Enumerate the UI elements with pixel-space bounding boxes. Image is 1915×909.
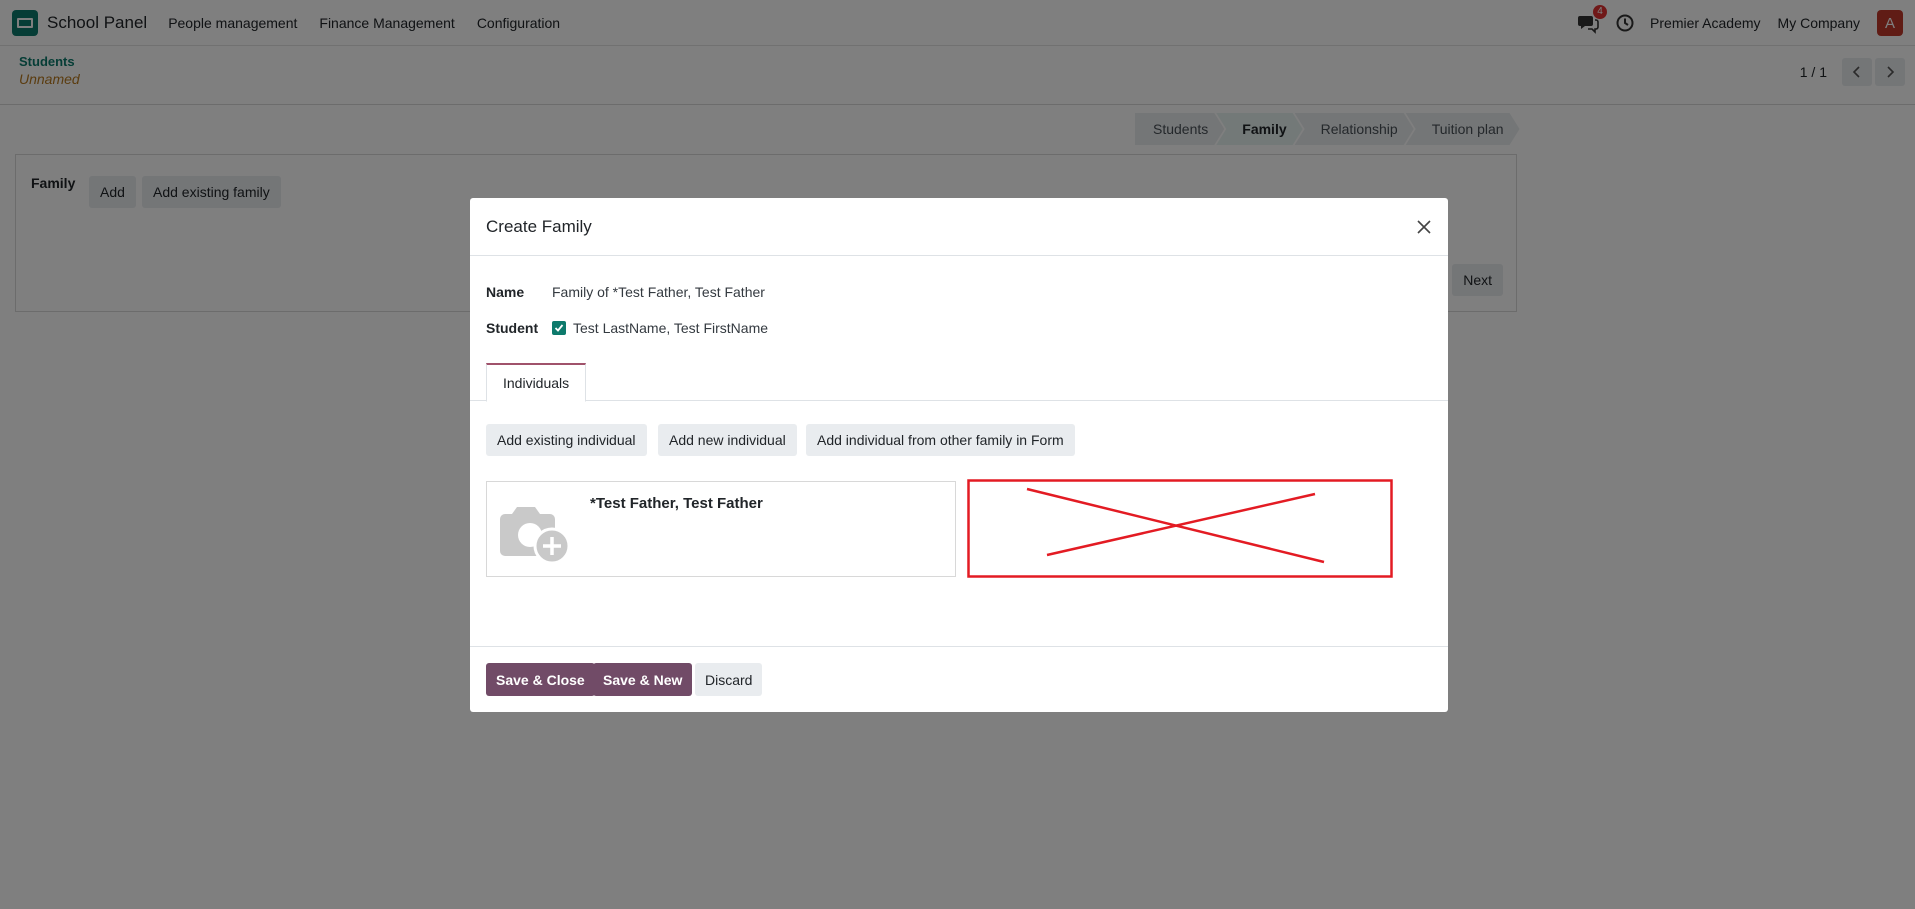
- student-value[interactable]: Test LastName, Test FirstName: [573, 320, 768, 336]
- name-field[interactable]: Family of *Test Father, Test Father: [552, 284, 765, 300]
- student-checkbox[interactable]: [552, 321, 566, 335]
- red-cross-annotation: [967, 479, 1393, 578]
- save-close-button[interactable]: Save & Close: [486, 663, 595, 696]
- student-label: Student: [486, 320, 539, 336]
- discard-button[interactable]: Discard: [695, 663, 763, 696]
- name-label: Name: [486, 284, 525, 300]
- add-individual-other-family-button[interactable]: Add individual from other family in Form: [806, 424, 1075, 456]
- add-new-individual-button[interactable]: Add new individual: [658, 424, 797, 456]
- modal-title: Create Family: [486, 217, 592, 236]
- individual-name: *Test Father, Test Father: [590, 495, 763, 512]
- student-field-row: Student Test LastName, Test FirstName: [486, 320, 768, 336]
- create-family-dialog: Create Family Name Family of *Test Fathe…: [470, 198, 1448, 712]
- camera-plus-icon: [497, 499, 575, 565]
- individual-card[interactable]: *Test Father, Test Father: [486, 481, 956, 577]
- name-field-row: Name Family of *Test Father, Test Father: [486, 284, 765, 300]
- check-icon: [554, 324, 564, 332]
- close-icon[interactable]: [1414, 217, 1434, 237]
- tab-individuals[interactable]: Individuals: [486, 363, 587, 402]
- modal-header: Create Family: [470, 198, 1448, 256]
- add-existing-individual-button[interactable]: Add existing individual: [486, 424, 647, 456]
- tabs-bar: Individuals: [470, 363, 1448, 402]
- modal-footer: Save & Close Save & New Discard: [470, 646, 1448, 712]
- save-new-button[interactable]: Save & New: [593, 663, 693, 696]
